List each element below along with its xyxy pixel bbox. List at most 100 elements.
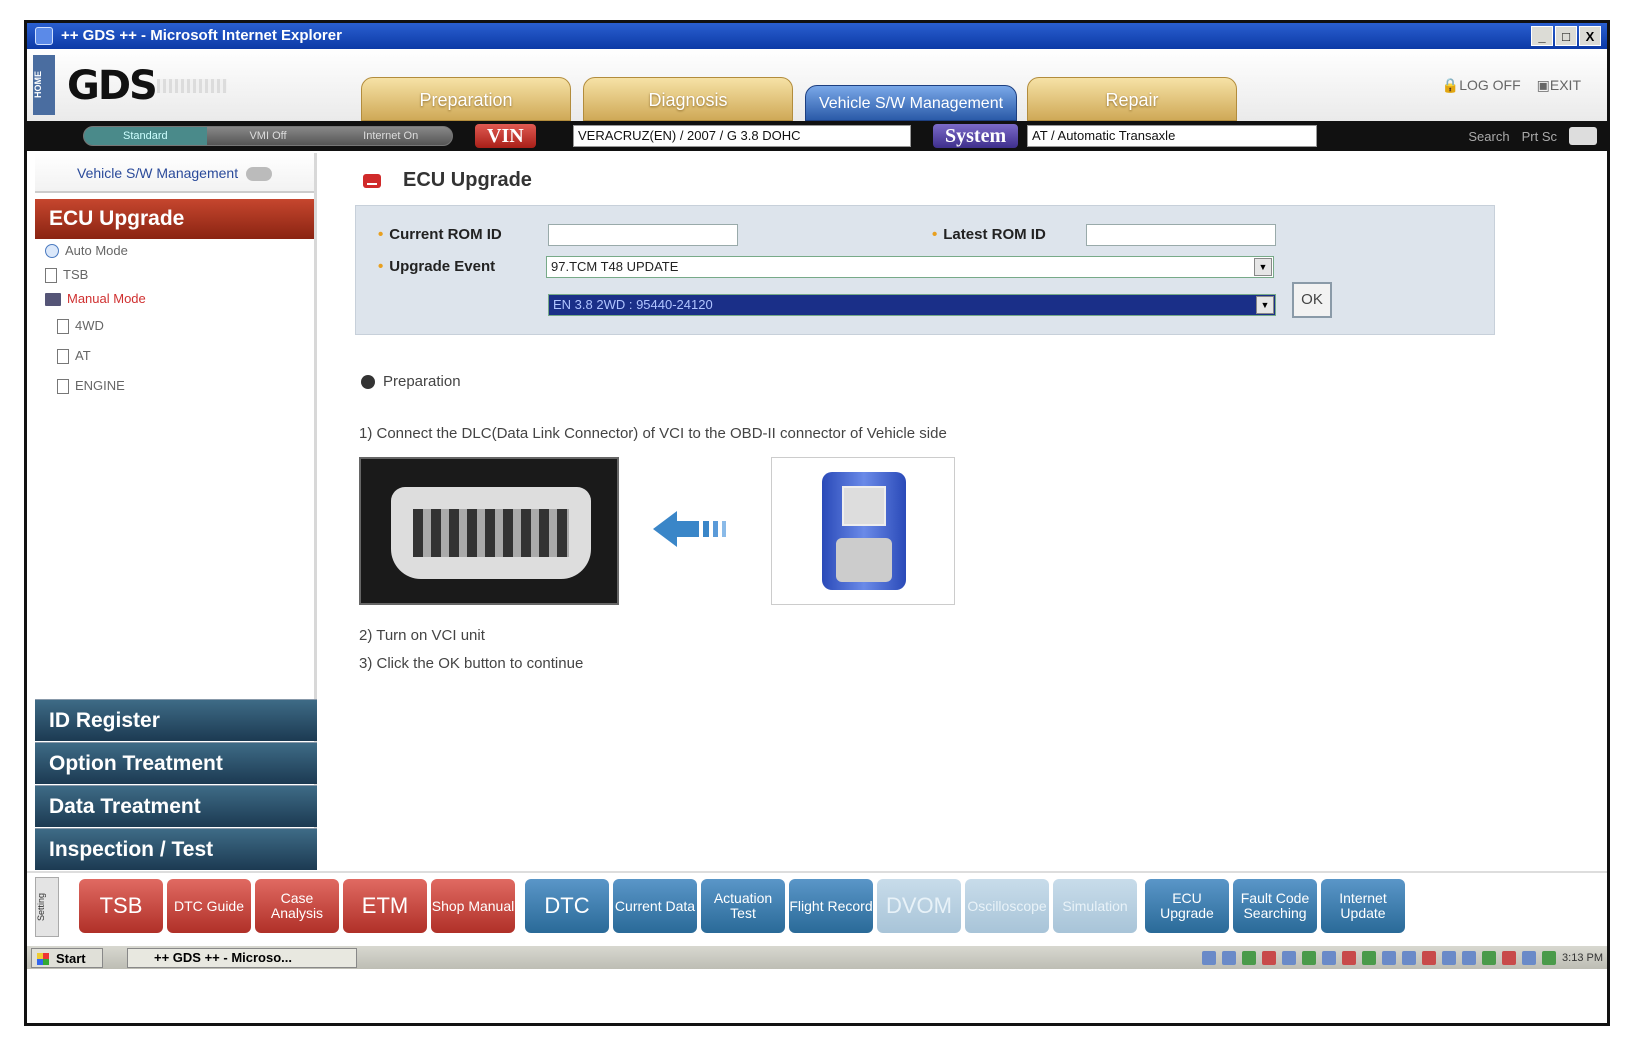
tray-icon[interactable]	[1222, 951, 1237, 965]
sidebar: Vehicle S/W Management ECU Upgrade Auto …	[35, 153, 317, 870]
minimize-button[interactable]: _	[1531, 26, 1553, 46]
settings-icon[interactable]	[1569, 127, 1597, 145]
sidebar-header[interactable]: Vehicle S/W Management	[35, 153, 314, 193]
vin-button[interactable]: VIN	[475, 124, 536, 148]
setting-tab[interactable]: Setting	[35, 877, 59, 937]
simulation-button[interactable]: Simulation	[1053, 879, 1137, 933]
start-button[interactable]: Start	[31, 948, 103, 968]
chevron-down-icon[interactable]: ▼	[1254, 258, 1272, 276]
gds-logo: GDS	[67, 63, 158, 109]
step-3: 3) Click the OK button to continue	[359, 655, 584, 672]
sidebar-section-option-treatment[interactable]: Option Treatment	[35, 742, 317, 784]
latest-rom-input[interactable]	[1086, 224, 1276, 246]
print-screen-link[interactable]: Prt Sc	[1522, 129, 1557, 144]
oscilloscope-button[interactable]: Oscilloscope	[965, 879, 1049, 933]
flight-record-button[interactable]: Flight Record	[789, 879, 873, 933]
shop-manual-button[interactable]: Shop Manual	[431, 879, 515, 933]
internet-update-button[interactable]: Internet Update	[1321, 879, 1405, 933]
vin-field[interactable]: VERACRUZ(EN) / 2007 / G 3.8 DOHC	[573, 125, 911, 147]
tree-item-auto-mode[interactable]: Auto Mode	[45, 239, 314, 263]
close-button[interactable]: X	[1579, 26, 1601, 46]
tray-icon[interactable]	[1522, 951, 1537, 965]
clock[interactable]: 3:13 PM	[1562, 952, 1603, 964]
current-rom-input[interactable]	[548, 224, 738, 246]
case-analysis-button[interactable]: Case Analysis	[255, 879, 339, 933]
tsb-button[interactable]: TSB	[79, 879, 163, 933]
tree-item-manual-mode[interactable]: Manual Mode	[45, 287, 314, 311]
windows-taskbar: Start ++ GDS ++ - Microso... 3:13 PM	[27, 945, 1607, 969]
vehicle-toolbar: Standard VMI Off Internet On VIN VERACRU…	[27, 121, 1607, 151]
tree-item-4wd[interactable]: 4WD	[45, 311, 314, 341]
taskbar-item-gds[interactable]: ++ GDS ++ - Microso...	[127, 948, 357, 968]
tree-item-tsb[interactable]: TSB	[45, 263, 314, 287]
mode-vmi-off[interactable]: VMI Off	[207, 127, 330, 145]
actuation-test-button[interactable]: Actuation Test	[701, 879, 785, 933]
upgrade-event-select[interactable]: 97.TCM T48 UPDATE ▼	[546, 256, 1274, 278]
mode-standard[interactable]: Standard	[84, 127, 207, 145]
function-bar: Setting TSB DTC Guide Case Analysis ETM …	[27, 871, 1607, 943]
tray-icon[interactable]	[1482, 951, 1497, 965]
tray-icon[interactable]	[1202, 951, 1217, 965]
document-icon	[57, 378, 69, 394]
tree-item-engine[interactable]: ENGINE	[45, 371, 314, 401]
toolbar-right: Search Prt Sc	[1468, 127, 1597, 145]
tray-icon[interactable]	[1322, 951, 1337, 965]
mode-switch[interactable]: Standard VMI Off Internet On	[83, 126, 453, 146]
tray-icon[interactable]	[1542, 951, 1557, 965]
tray-icon[interactable]	[1242, 951, 1257, 965]
sidebar-tree: Auto Mode TSB Manual Mode 4WD AT ENGINE	[35, 239, 314, 401]
chevron-down-icon[interactable]: ▼	[1256, 296, 1274, 314]
tray-icon[interactable]	[1362, 951, 1377, 965]
maximize-button[interactable]: □	[1555, 26, 1577, 46]
system-field[interactable]: AT / Automatic Transaxle	[1027, 125, 1317, 147]
current-rom-label: Current ROM ID	[378, 226, 502, 243]
tray-icon[interactable]	[1282, 951, 1297, 965]
sidebar-section-inspection-test[interactable]: Inspection / Test	[35, 828, 317, 870]
step-2: 2) Turn on VCI unit	[359, 627, 485, 644]
toggle-icon[interactable]	[246, 167, 273, 182]
dlc-connector-image	[359, 457, 619, 605]
logoff-link[interactable]: 🔒LOG OFF	[1442, 77, 1521, 94]
home-button[interactable]: HOME	[33, 55, 55, 115]
dvom-button[interactable]: DVOM	[877, 879, 961, 933]
mode-internet-on[interactable]: Internet On	[329, 127, 452, 145]
etm-button[interactable]: ETM	[343, 879, 427, 933]
app-header: HOME GDS Preparation Diagnosis Vehicle S…	[27, 49, 1607, 121]
tray-icon[interactable]	[1382, 951, 1397, 965]
tray-icon[interactable]	[1422, 951, 1437, 965]
preparation-heading: Preparation	[361, 373, 461, 390]
page-title: ECU Upgrade	[363, 169, 532, 192]
system-button[interactable]: System	[933, 124, 1019, 148]
main-content: ECU Upgrade Current ROM ID Latest ROM ID…	[323, 153, 1607, 869]
sidebar-section-ecu-upgrade[interactable]: ECU Upgrade	[35, 199, 314, 239]
window-titlebar[interactable]: ++ GDS ++ - Microsoft Internet Explorer …	[27, 23, 1607, 49]
current-data-button[interactable]: Current Data	[613, 879, 697, 933]
ecu-upgrade-button[interactable]: ECU Upgrade	[1145, 879, 1229, 933]
sidebar-section-data-treatment[interactable]: Data Treatment	[35, 785, 317, 827]
dtc-button[interactable]: DTC	[525, 879, 609, 933]
sidebar-section-id-register[interactable]: ID Register	[35, 699, 317, 741]
fault-code-searching-button[interactable]: Fault Code Searching	[1233, 879, 1317, 933]
tray-icon[interactable]	[1502, 951, 1517, 965]
tray-icon[interactable]	[1402, 951, 1417, 965]
tab-preparation[interactable]: Preparation	[361, 77, 571, 121]
search-link[interactable]: Search	[1468, 129, 1509, 144]
header-links: 🔒LOG OFF ▣EXIT	[1442, 77, 1581, 94]
globe-icon	[45, 244, 59, 258]
lock-icon: 🔒	[1441, 77, 1460, 93]
tray-icon[interactable]	[1342, 951, 1357, 965]
exit-link[interactable]: ▣EXIT	[1537, 77, 1581, 94]
tab-repair[interactable]: Repair	[1027, 77, 1237, 121]
document-icon	[45, 267, 57, 283]
ok-button[interactable]: OK	[1292, 282, 1332, 318]
tab-vehicle-sw-management[interactable]: Vehicle S/W Management	[805, 85, 1017, 121]
dtc-guide-button[interactable]: DTC Guide	[167, 879, 251, 933]
ecu-part-select[interactable]: EN 3.8 2WD : 95440-24120 ▼	[548, 294, 1276, 316]
tray-icon[interactable]	[1462, 951, 1477, 965]
tray-icon[interactable]	[1262, 951, 1277, 965]
tab-diagnosis[interactable]: Diagnosis	[583, 77, 793, 121]
tray-icon[interactable]	[1442, 951, 1457, 965]
tree-item-at[interactable]: AT	[45, 341, 314, 371]
tray-icon[interactable]	[1302, 951, 1317, 965]
ie-icon	[35, 27, 53, 45]
